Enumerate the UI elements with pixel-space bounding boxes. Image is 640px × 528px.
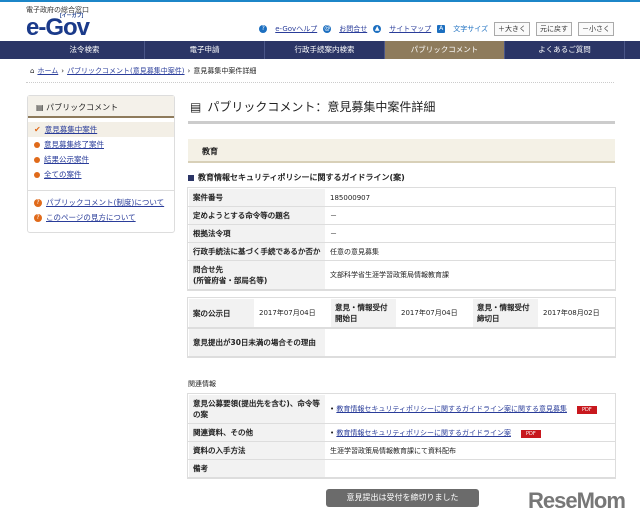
row-label: 意見公募要領(提出先を含む)、命令等の案	[188, 394, 326, 424]
nav-faq[interactable]: よくあるご質問	[505, 41, 625, 59]
row-label: 案の公示日	[188, 298, 255, 328]
top-accent-line	[0, 0, 640, 2]
bullet-icon	[34, 171, 40, 178]
category-box: 教育	[188, 139, 615, 163]
row-label: 関連資料、その他	[188, 423, 326, 442]
row-value	[325, 328, 615, 357]
breadcrumb-parent[interactable]: パブリックコメント(意見募集中案件)	[67, 66, 184, 76]
divider	[26, 82, 614, 83]
related-doc-link[interactable]: 教育情報セキュリティポリシーに関するガイドライン案に関する意見募集	[336, 405, 567, 413]
utility-links: ? e-Govヘルプ @ お問合せ ▲ サイトマップ A 文字サイズ ＋大きく 元に戻す…	[259, 22, 614, 36]
nav-e-application[interactable]: 電子申請	[145, 41, 265, 59]
row-value	[325, 459, 615, 478]
row-value: 生涯学習政策局情報教育課にて資料配布	[325, 441, 615, 460]
sidebar-title: ▤ パブリックコメント	[28, 96, 174, 118]
table-row: 案の公示日 2017年07月04日 意見・情報受付開始日 2017年07月04日 意…	[188, 298, 615, 328]
subject-heading: 教育情報セキュリティポリシーに関するガイドライン(案)	[188, 172, 615, 183]
sidebar-item-closed[interactable]: 意見募集終了案件	[28, 137, 174, 152]
row-value: • 教育情報セキュリティポリシーに関するガイドライン案 PDF	[325, 423, 615, 442]
square-icon	[188, 174, 194, 181]
table-row: 意見提出が30日未満の場合その理由	[188, 328, 615, 357]
table-row: 備考	[188, 459, 615, 478]
bullet-icon	[34, 156, 40, 163]
details-table: 案件番号 185000907 定めようとする命令等の題名－ 根拠法令項－ 行政手続…	[187, 187, 616, 291]
related-doc-link[interactable]: 教育情報セキュリティポリシーに関するガイドライン案	[336, 429, 511, 437]
egov-logo[interactable]: e-Gov [イーガブ]	[26, 13, 90, 42]
row-label: 意見・情報受付開始日	[330, 298, 397, 328]
table-row: 関連資料、その他 • 教育情報セキュリティポリシーに関するガイドライン案 PDF	[188, 423, 615, 442]
row-label: 備考	[188, 459, 326, 478]
row-value: －	[325, 224, 615, 243]
row-label: 意見・情報受付締切日	[472, 298, 539, 328]
help-link[interactable]: e-Govヘルプ	[275, 24, 317, 34]
contact-link[interactable]: お問合せ	[339, 24, 367, 34]
question-icon: ?	[34, 213, 42, 222]
resemom-watermark: ReseMom	[528, 488, 626, 513]
row-value: －	[325, 206, 615, 225]
comment-icon: ▤	[36, 103, 47, 112]
pdf-badge: PDF	[576, 406, 597, 414]
font-reset-button[interactable]: 元に戻す	[536, 22, 572, 36]
row-label: 行政手続法に基づく手続であるか否か	[188, 242, 326, 261]
row-value: • 教育情報セキュリティポリシーに関するガイドライン案に関する意見募集 PDF	[325, 394, 615, 424]
reason-table: 意見提出が30日未満の場合その理由	[187, 327, 616, 358]
check-icon: ✔	[34, 125, 41, 134]
breadcrumb-home[interactable]: ホーム	[37, 66, 58, 76]
row-label: 資料の入手方法	[188, 441, 326, 460]
breadcrumb: ⌂ ホーム › パブリックコメント(意見募集中案件) › 意見募集中案件詳細	[30, 66, 257, 76]
row-value: 2017年08月02日	[538, 298, 615, 328]
table-row: 意見公募要領(提出先を含む)、命令等の案 • 教育情報セキュリティポリシーに関する…	[188, 394, 615, 424]
row-label: 根拠法令項	[188, 224, 326, 243]
related-info-title: 関連情報	[188, 380, 216, 388]
table-row: 定めようとする命令等の題名－	[188, 206, 615, 225]
breadcrumb-current: 意見募集中案件詳細	[193, 67, 257, 75]
row-value: 185000907	[325, 188, 615, 207]
row-label: 案件番号	[188, 188, 326, 207]
sidebar-help-about[interactable]: ? パブリックコメント(制度)について	[28, 195, 174, 210]
font-size-label: 文字サイズ	[453, 25, 488, 33]
font-smaller-button[interactable]: －小さく	[578, 22, 614, 36]
related-table: 意見公募要領(提出先を含む)、命令等の案 • 教育情報セキュリティポリシーに関する…	[187, 393, 616, 479]
comment-icon: ▤	[190, 99, 202, 114]
sidebar-item-results[interactable]: 結果公示案件	[28, 152, 174, 167]
sidebar: ▤ パブリックコメント ✔ 意見募集中案件 意見募集終了案件 結果公示案件 全ての…	[27, 95, 175, 233]
bullet-icon	[34, 141, 40, 148]
table-row: 資料の入手方法 生涯学習政策局情報教育課にて資料配布	[188, 441, 615, 460]
home-icon: ⌂	[30, 67, 35, 75]
font-larger-button[interactable]: ＋大きく	[494, 22, 530, 36]
font-size-icon: A	[437, 25, 446, 33]
main-content: ▤ パブリックコメント：意見募集中案件詳細 教育 教育情報セキュリティポリシーに関…	[187, 95, 616, 479]
submission-closed-button: 意見提出は受付を締切りました	[326, 489, 479, 507]
row-label: 意見提出が30日未満の場合その理由	[188, 328, 326, 357]
mail-icon: @	[323, 25, 332, 33]
help-icon: ?	[259, 25, 268, 33]
table-row: 問合せ先 (所管府省・部局名等) 文部科学省生涯学習政策局情報教育課	[188, 260, 615, 290]
nav-law-search[interactable]: 法令検索	[25, 41, 145, 59]
question-icon: ?	[34, 198, 42, 207]
table-row: 行政手続法に基づく手続であるか否か 任意の意見募集	[188, 242, 615, 261]
dates-table: 案の公示日 2017年07月04日 意見・情報受付開始日 2017年07月04日 意…	[187, 297, 616, 329]
row-label: 問合せ先 (所管府省・部局名等)	[188, 260, 326, 290]
sidebar-item-all[interactable]: 全ての案件	[28, 167, 174, 182]
pdf-badge: PDF	[520, 429, 541, 438]
main-nav: 法令検索 電子申請 行政手続案内検索 パブリックコメント よくあるご質問	[0, 41, 640, 59]
table-row: 案件番号 185000907	[188, 188, 615, 207]
nav-public-comment[interactable]: パブリックコメント	[385, 41, 505, 59]
row-label: 定めようとする命令等の題名	[188, 206, 326, 225]
row-value: 任意の意見募集	[325, 242, 615, 261]
table-row: 根拠法令項－	[188, 224, 615, 243]
page-title: ▤ パブリックコメント：意見募集中案件詳細	[188, 95, 615, 124]
sitemap-icon: ▲	[373, 25, 382, 33]
row-value: 文部科学省生涯学習政策局情報教育課	[325, 260, 615, 290]
sitemap-link[interactable]: サイトマップ	[389, 24, 431, 34]
nav-procedure-search[interactable]: 行政手続案内検索	[265, 41, 385, 59]
sidebar-help-howto[interactable]: ? このページの見方について	[28, 210, 174, 225]
row-value: 2017年07月04日	[396, 298, 473, 328]
row-value: 2017年07月04日	[254, 298, 331, 328]
sidebar-item-open[interactable]: ✔ 意見募集中案件	[28, 122, 174, 137]
